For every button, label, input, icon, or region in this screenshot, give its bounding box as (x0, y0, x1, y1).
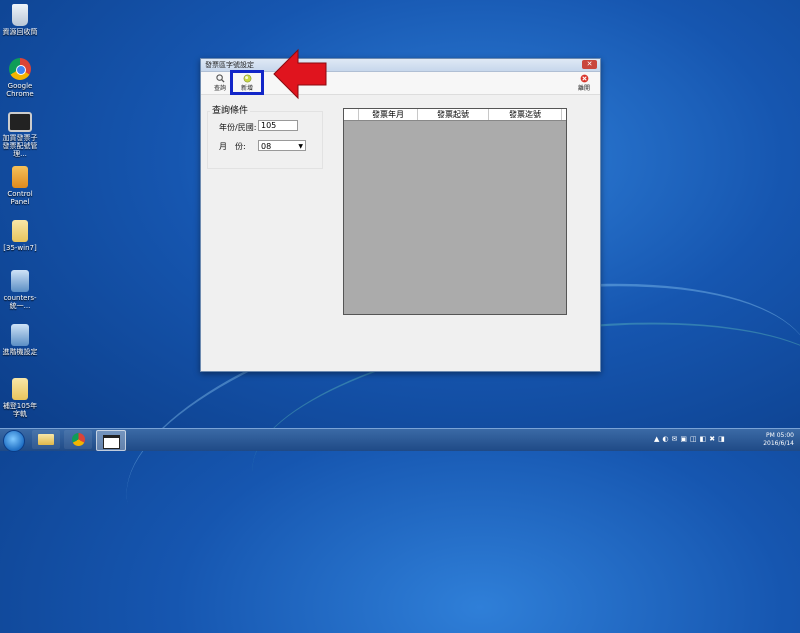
folder-icon (12, 220, 28, 242)
query-button-label: 查詢 (213, 85, 226, 92)
search-icon (215, 74, 225, 83)
desktop-icon-label: counters-統一... (3, 294, 37, 310)
desktop-icon-counters[interactable]: counters-統一... (2, 270, 38, 310)
desktop-icon-folder-35[interactable]: [35-win7] (2, 220, 38, 252)
taskbar-active-app[interactable] (96, 430, 126, 451)
system-tray: ▲◐✉▣◫◧✖◨ PM 05:00 2016/6/14 (650, 429, 800, 451)
desktop-icon-settings-app[interactable]: 進階機設定 (2, 324, 38, 356)
annotation-arrow-icon (273, 48, 327, 100)
close-icon: ✕ (586, 60, 593, 68)
desktop-icon-recycle-bin[interactable]: 資源回收筒 (2, 4, 38, 36)
app-window: 發票區字號設定 ✕ 查詢 新增 離開 查詢條件 年份/民國: 105 月 份: … (200, 58, 601, 372)
query-button[interactable]: 查詢 (209, 74, 231, 92)
taskbar-chrome[interactable] (64, 430, 92, 449)
desktop-icon-invoice-manager[interactable]: 加買發票子發票配號管理... (2, 112, 38, 158)
grid-row-selector-header (344, 109, 359, 120)
column-header-start-number[interactable]: 發票起號 (418, 109, 489, 120)
app-icon (11, 270, 29, 292)
grid-header: 發票年月 發票起號 發票迄號 (344, 109, 566, 121)
chrome-icon (71, 433, 85, 446)
desktop-icon-chrome[interactable]: Google Chrome (2, 58, 38, 98)
desktop-icon-label: 補登105年字軌 (2, 402, 38, 418)
month-select-value: 08 (261, 142, 272, 151)
chevron-down-icon: ▼ (298, 143, 303, 150)
column-header-end-number[interactable]: 發票迄號 (489, 109, 562, 120)
exit-icon (580, 74, 588, 83)
column-header-invoice-month[interactable]: 發票年月 (359, 109, 418, 120)
month-label: 月 份: (219, 142, 246, 151)
clock-date: 2016/6/14 (763, 440, 794, 447)
folder-icon (38, 434, 54, 445)
desktop-icon-label: 進階機設定 (2, 348, 38, 356)
folder-icon (12, 378, 28, 400)
exit-button-label: 離開 (577, 85, 590, 92)
window-title: 發票區字號設定 (205, 61, 254, 69)
desktop-icon-label: [35-win7] (3, 244, 37, 252)
invoice-grid[interactable]: 發票年月 發票起號 發票迄號 (343, 108, 567, 315)
year-input[interactable] (258, 120, 298, 131)
clock-time: PM 05:00 (766, 432, 794, 439)
chrome-icon (9, 58, 31, 80)
window-icon (102, 435, 120, 449)
month-select[interactable]: 08 ▼ (258, 140, 306, 151)
tray-icons[interactable]: ▲◐✉▣◫◧✖◨ (654, 435, 728, 443)
query-panel-title: 查詢條件 (210, 103, 251, 116)
taskbar: ▲◐✉▣◫◧✖◨ PM 05:00 2016/6/14 (0, 428, 800, 452)
desktop-icon-label: Control Panel (7, 190, 33, 206)
desktop-icon-control-panel[interactable]: Control Panel (2, 166, 38, 206)
taskbar-explorer[interactable] (32, 430, 60, 449)
recycle-bin-icon (12, 4, 28, 26)
exit-button[interactable]: 離開 (573, 74, 595, 92)
year-label: 年份/民國: (219, 123, 257, 132)
annotation-highlight-box (230, 70, 264, 95)
toolbar: 查詢 新增 離開 (201, 70, 600, 95)
clock[interactable]: PM 05:00 2016/6/14 (763, 432, 794, 448)
control-panel-icon (12, 166, 28, 188)
desktop-icon-folder-105[interactable]: 補登105年字軌 (2, 378, 38, 418)
start-button[interactable] (3, 430, 25, 452)
app-icon (11, 324, 29, 346)
desktop-icon-label: Google Chrome (6, 82, 34, 98)
monitor-icon (8, 112, 32, 132)
desktop-icon-label: 加買發票子發票配號管理... (2, 134, 38, 158)
close-button[interactable]: ✕ (582, 60, 597, 69)
desktop-icon-label: 資源回收筒 (2, 28, 38, 36)
